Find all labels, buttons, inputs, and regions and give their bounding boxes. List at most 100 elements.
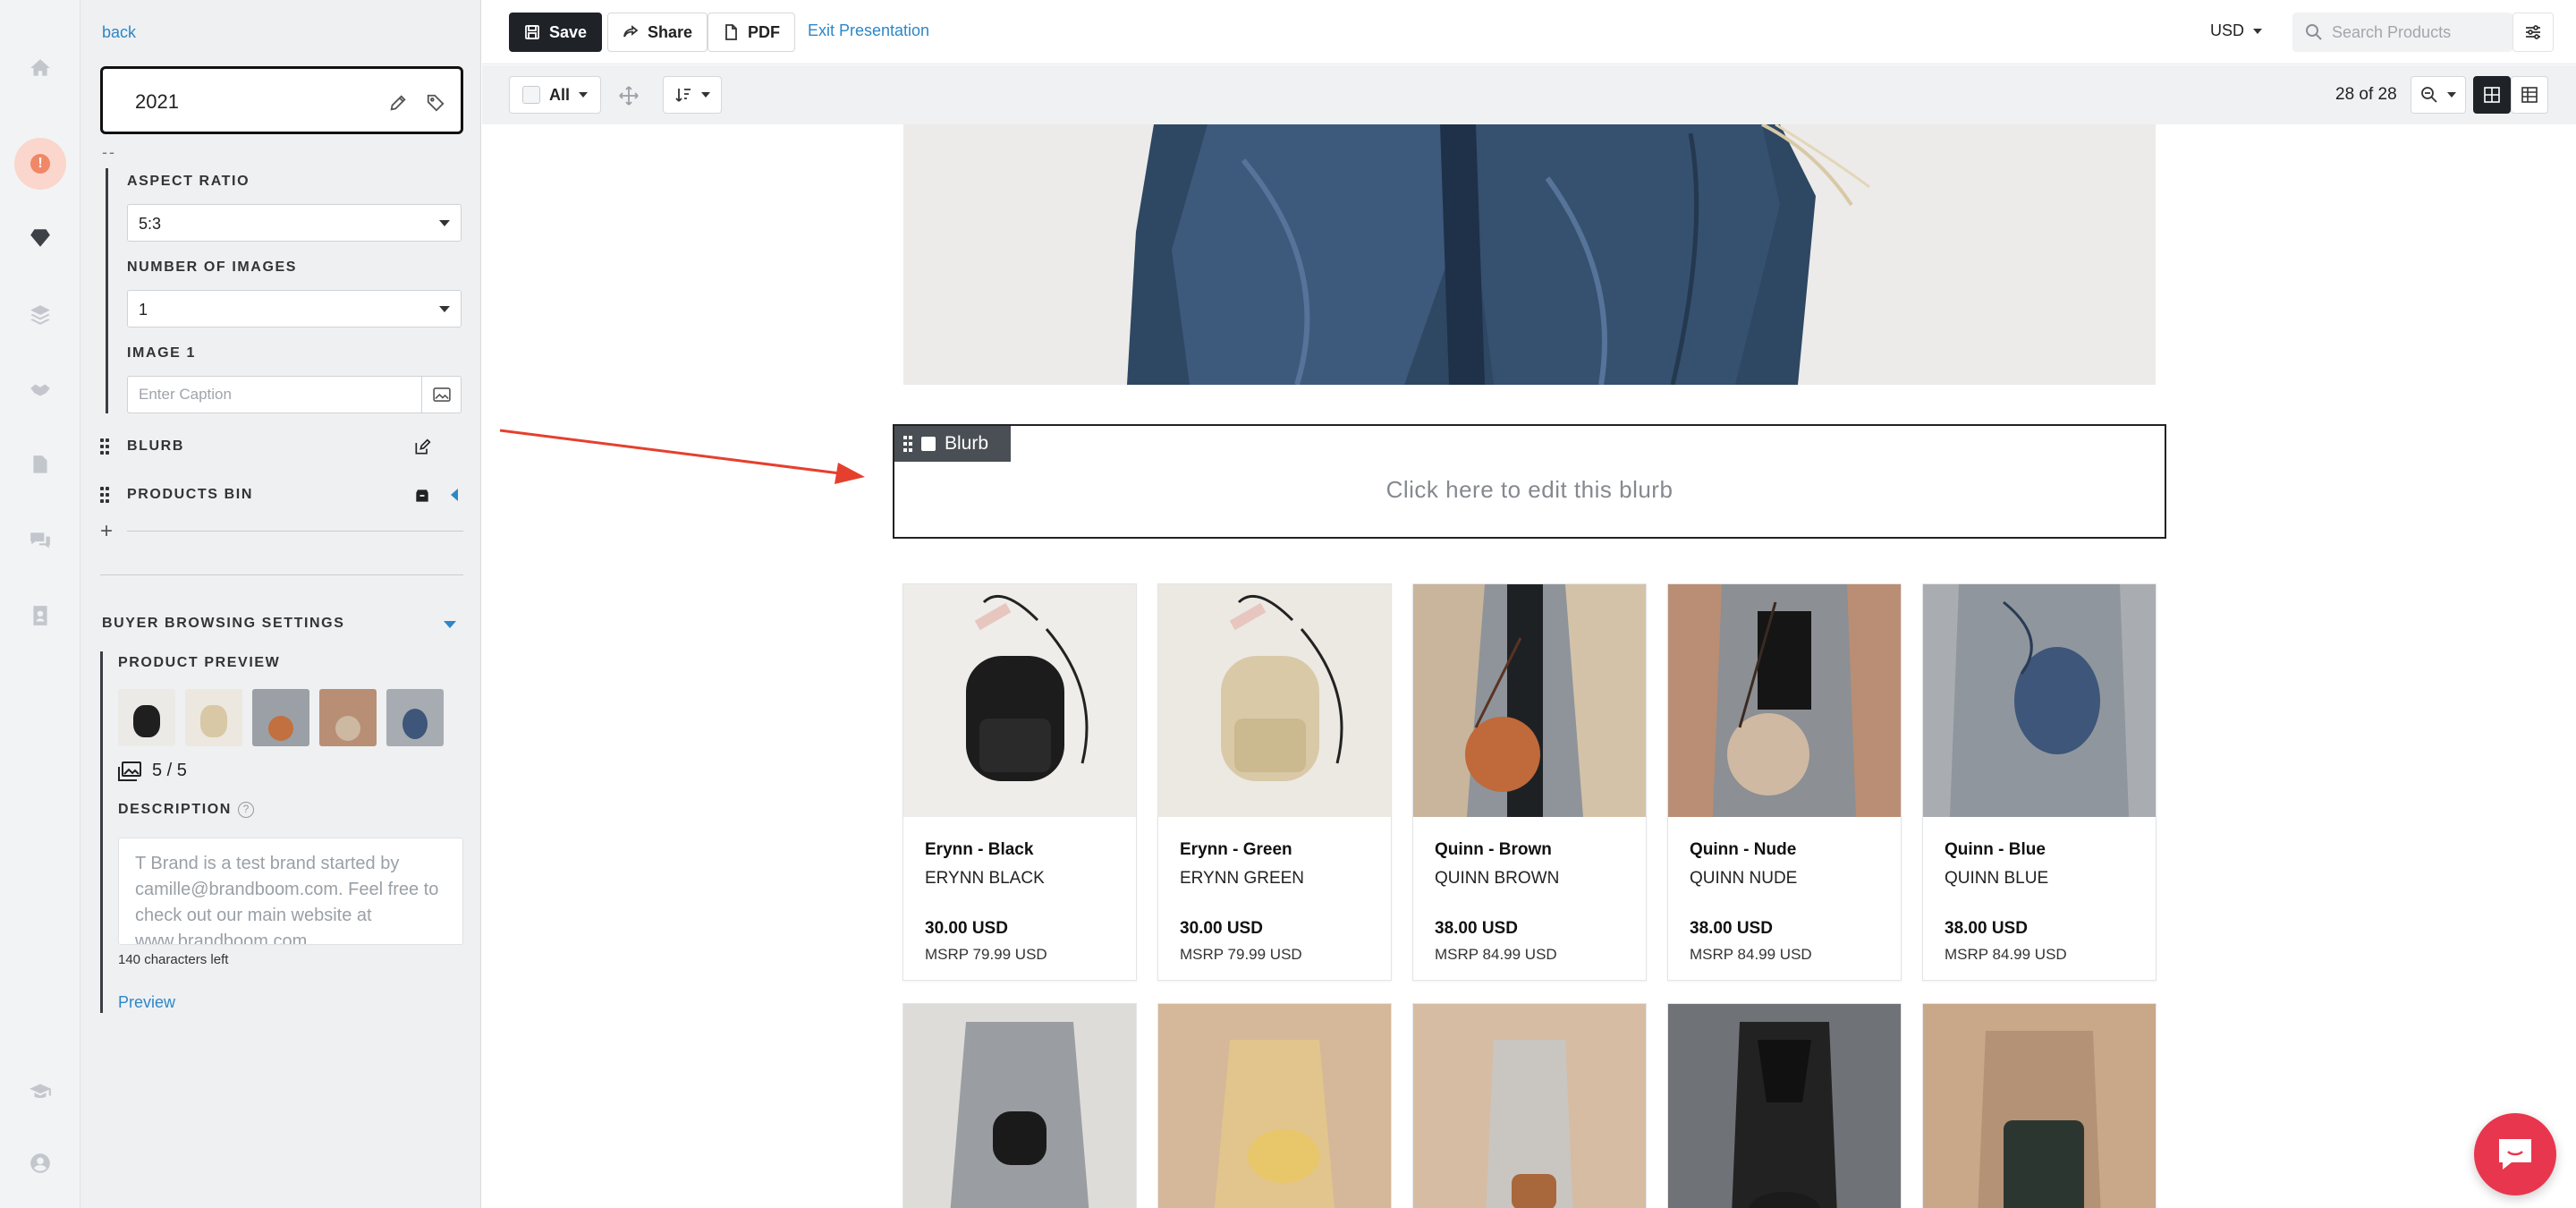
layers-icon[interactable] [24,299,56,331]
product-name: Quinn - Blue [1945,840,2046,859]
contacts-icon[interactable] [24,600,56,632]
move-icon[interactable] [618,85,640,106]
product-msrp: MSRP 84.99 USD [1690,946,1812,963]
exit-presentation-link[interactable]: Exit Presentation [808,21,929,40]
add-block-button[interactable]: + [100,519,113,544]
product-image[interactable] [1667,1003,1902,1208]
settings-panel: back 2021 -- ASPECT RATIO 5:3 NUMBER OF … [80,0,481,1208]
icon-rail: ! [0,0,80,1208]
drag-handle-icon[interactable] [903,436,912,452]
expand-arrow-icon[interactable] [444,621,456,628]
blurb-tag-label: Blurb [945,433,989,454]
home-icon[interactable] [24,52,56,84]
product-image [1158,584,1391,817]
zoom-dropdown[interactable] [2411,76,2466,114]
table-icon [2521,87,2538,103]
currency-value: USD [2210,21,2245,39]
chevron-down-icon [439,220,450,226]
preview-thumbnail[interactable] [118,689,175,746]
diamond-icon[interactable] [24,222,56,254]
image-icon [432,387,451,402]
product-name: Erynn - Black [925,840,1034,859]
search-box [2292,13,2512,52]
grid-icon [2484,87,2500,103]
product-sku: ERYNN GREEN [1180,869,1305,888]
image-picker-button[interactable] [421,377,461,413]
chat-icon [2499,1139,2531,1170]
bin-icon[interactable] [411,485,433,506]
group-indicator [100,651,103,1013]
drag-handle-icon[interactable] [100,438,109,455]
images-icon [118,761,141,781]
select-all-checkbox[interactable] [522,86,540,104]
pencil-icon[interactable] [386,90,411,115]
product-card[interactable]: Quinn - Brown QUINN BROWN 38.00 USD MSRP… [1412,583,1647,981]
chevron-down-icon [579,92,589,98]
documents-icon[interactable] [24,449,56,481]
sort-dropdown[interactable] [663,76,722,114]
share-button[interactable]: Share [607,13,708,52]
product-sku: QUINN BLUE [1945,869,2049,888]
number-of-images-label: NUMBER OF IMAGES [127,259,298,275]
search-input[interactable] [2330,13,2505,52]
product-name: Quinn - Brown [1435,840,1552,859]
edit-note-icon[interactable] [411,437,433,458]
description-label: DESCRIPTION [118,802,232,817]
tag-icon[interactable] [423,90,448,115]
blurb-row-label[interactable]: BLURB [127,438,184,455]
back-link[interactable]: back [102,23,136,42]
pdf-button[interactable]: PDF [708,13,795,52]
product-card[interactable]: Quinn - Nude QUINN NUDE 38.00 USD MSRP 8… [1667,583,1902,981]
description-textarea[interactable]: T Brand is a test brand started by camil… [118,838,463,945]
chevron-down-icon [439,306,450,312]
chat-widget-button[interactable] [2474,1113,2556,1195]
user-account-icon[interactable] [24,1147,56,1179]
number-of-images-select[interactable]: 1 [127,290,462,328]
product-card[interactable]: Erynn - Green ERYNN GREEN 30.00 USD MSRP… [1157,583,1392,981]
save-button[interactable]: Save [509,13,603,52]
blurb-checkbox[interactable] [921,437,936,451]
grid-view-button[interactable] [2473,76,2511,114]
hero-image[interactable] [903,124,2156,385]
select-all-label: All [549,85,571,104]
preview-thumbnail[interactable] [319,689,377,746]
preview-thumbnail[interactable] [386,689,444,746]
handshake-icon[interactable] [24,374,56,406]
alert-icon[interactable]: ! [14,138,66,190]
filter-settings-button[interactable] [2512,13,2554,52]
group-indicator [106,168,108,413]
chat-bubbles-icon[interactable] [24,524,56,557]
table-view-button[interactable] [2511,76,2548,114]
caption-input[interactable] [128,377,414,413]
preview-thumbnail[interactable] [252,689,309,746]
product-image[interactable] [1412,1003,1647,1208]
product-image[interactable] [1922,1003,2157,1208]
product-price: 38.00 USD [1435,919,1518,938]
aspect-ratio-value: 5:3 [139,215,162,233]
chevron-down-icon [701,92,710,98]
product-image[interactable] [1157,1003,1392,1208]
blurb-block[interactable]: Blurb Click here to edit this blurb [893,424,2166,539]
products-bin-row-label[interactable]: PRODUCTS BIN [127,487,253,503]
share-icon [623,25,639,38]
help-icon[interactable]: ? [238,802,254,818]
preview-link[interactable]: Preview [118,993,175,1012]
product-price: 30.00 USD [1180,919,1263,938]
product-grid: Erynn - Black ERYNN BLACK 30.00 USD MSRP… [902,583,2157,981]
product-image[interactable] [902,1003,1137,1208]
preview-count-text: 5 / 5 [152,761,187,780]
annotation-arrow [499,429,865,484]
product-msrp: MSRP 79.99 USD [925,946,1047,963]
graduation-cap-icon[interactable] [24,1076,56,1108]
buyer-browsing-settings-title: BUYER BROWSING SETTINGS [102,616,345,631]
select-all-dropdown[interactable]: All [509,76,602,114]
product-card[interactable]: Quinn - Blue QUINN BLUE 38.00 USD MSRP 8… [1922,583,2157,981]
section-title-box[interactable]: 2021 [100,66,463,134]
preview-thumbnail[interactable] [185,689,242,746]
drag-handle-icon[interactable] [100,487,109,503]
product-card[interactable]: Erynn - Black ERYNN BLACK 30.00 USD MSRP… [902,583,1137,981]
currency-dropdown[interactable]: USD [2210,21,2263,40]
aspect-ratio-select[interactable]: 5:3 [127,204,462,242]
collapse-arrow-icon[interactable] [451,489,458,501]
caption-field [127,376,462,413]
